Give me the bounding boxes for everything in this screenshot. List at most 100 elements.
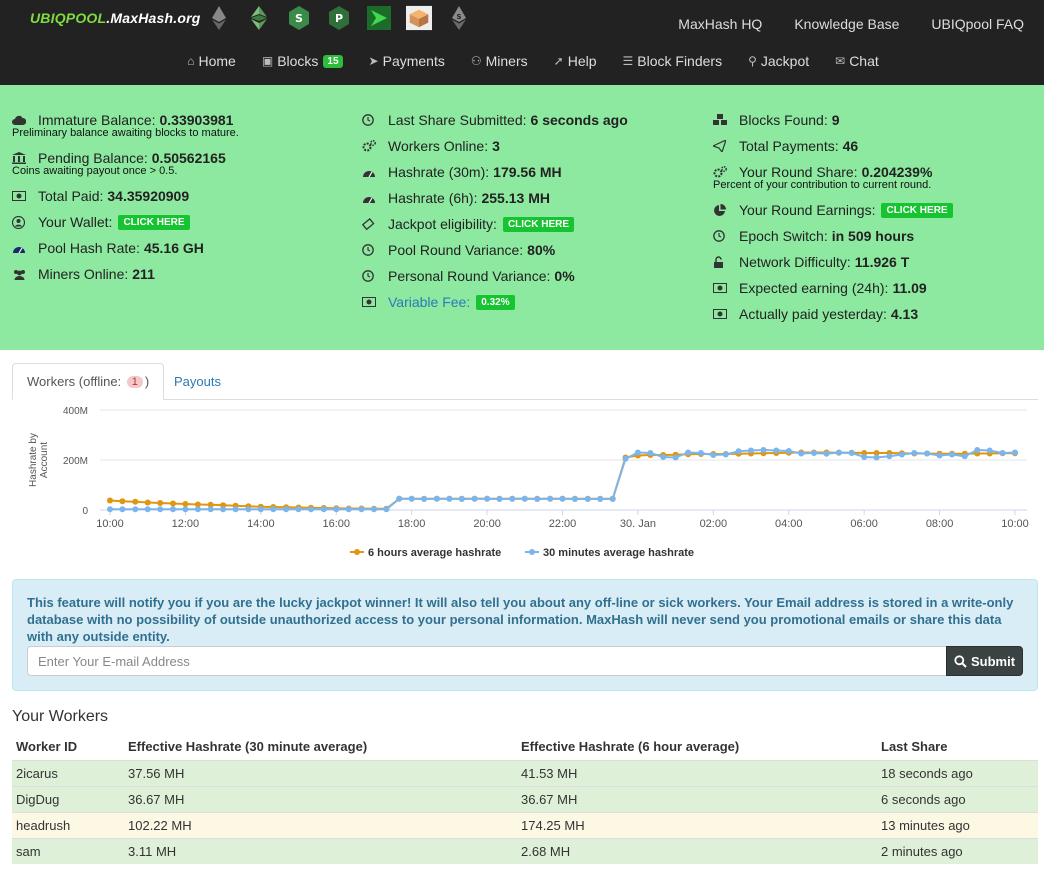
y-tick-label: 0 [82, 506, 88, 517]
submit-button[interactable]: Submit [946, 646, 1023, 676]
jackpot-click-here-button[interactable]: CLICK HERE [502, 216, 575, 232]
users-icon: ⚇ [470, 54, 482, 68]
jackpot-label: Jackpot eligibility: [388, 216, 497, 232]
pending-value: 0.50562165 [151, 150, 226, 166]
workers-online-value: 3 [492, 138, 500, 154]
chart-grid [100, 409, 1027, 511]
brand-prefix: UBIQPOOL [30, 10, 107, 26]
immature-label: Immature Balance: [38, 112, 156, 128]
hashrate-chart: 0 200M 400M 10:00 12:00 14:00 16:00 18:00 20:00… [28, 406, 1029, 559]
tab-payouts[interactable]: Payouts [160, 363, 235, 400]
nav-payments[interactable]: ➤ Payments [369, 53, 445, 69]
data-point-m30 [748, 447, 754, 454]
total-paid: Total Paid: 34.35920909 [12, 183, 239, 209]
wallet-click-here-button[interactable]: CLICK HERE [118, 214, 190, 230]
ethereum-classic-icon[interactable] [246, 5, 272, 31]
maxhash-hq-link[interactable]: MaxHash HQ [678, 16, 762, 32]
pool-hash-value: 45.16 GH [143, 240, 204, 256]
last-share: Last Share Submitted: 6 seconds ago [362, 107, 628, 133]
network-difficulty: Network Difficulty: 11.926 T [713, 249, 953, 275]
expected-earning: Expected earning (24h): 11.09 [713, 275, 953, 301]
data-point-m30 [773, 447, 780, 454]
paid-yesterday: Actually paid yesterday: 4.13 [713, 301, 953, 327]
brand-logo[interactable]: UBIQPOOL.MaxHash.org [30, 10, 200, 26]
data-point-h6 [182, 501, 189, 507]
dashboard-icon [362, 167, 388, 178]
data-point-m30 [345, 506, 352, 513]
data-point-m30 [245, 506, 252, 513]
table-row: headrush 102.22 MH 174.25 MH 13 minutes … [12, 811, 1038, 838]
chart-series [107, 447, 1018, 513]
data-point-m30 [170, 506, 176, 513]
email-input[interactable] [27, 646, 947, 676]
tab-bar: Workers (offline: 1) Payouts [12, 363, 1038, 400]
tab-workers[interactable]: Workers (offline: 1) [12, 363, 165, 400]
x-tick-label: 16:00 [322, 518, 350, 530]
worker-hashrate-6h: 174.25 MH [517, 811, 877, 838]
worker-hashrate-30m: 36.67 MH [124, 785, 517, 812]
personal-variance-label: Personal Round Variance: [388, 268, 551, 284]
blocks-found-value: 9 [831, 112, 840, 128]
worker-id: headrush [12, 811, 124, 838]
knowledge-base-link[interactable]: Knowledge Base [794, 16, 899, 32]
data-point-m30 [949, 451, 955, 458]
nav-help-label: Help [567, 53, 597, 69]
table-row: sam 3.11 MH 2.68 MH 2 minutes ago [12, 837, 1038, 864]
unlock-icon [713, 256, 739, 268]
ubiqpool-faq-link[interactable]: UBIQpool FAQ [931, 16, 1024, 32]
dashboard-icon [362, 193, 388, 204]
round-share-value: 0.204239% [861, 164, 933, 180]
data-point-m30 [697, 450, 704, 456]
s-ethereum-icon[interactable]: S [446, 5, 472, 31]
home-icon: ⌂ [187, 54, 195, 68]
stats-column-activity: Last Share Submitted: 6 seconds ago Worke… [362, 107, 628, 315]
x-tick-label: 30. Jan [620, 518, 656, 530]
worker-last-share: 2 minutes ago [877, 837, 1038, 864]
data-point-m30 [157, 506, 164, 513]
data-point-m30 [144, 506, 151, 513]
data-point-m30 [283, 506, 290, 513]
data-point-m30 [835, 449, 842, 456]
worker-id: DigDug [12, 785, 124, 812]
cloud-icon [12, 115, 38, 125]
x-tick-label: 10:00 [1001, 518, 1029, 530]
nav-help[interactable]: ➚ Help [554, 53, 597, 69]
clock-icon [362, 270, 388, 282]
expected-value: 11.09 [892, 280, 927, 296]
hashrate-30m: Hashrate (30m): 179.56 MH [362, 159, 628, 185]
pool-variance-label: Pool Round Variance: [388, 242, 524, 258]
nav-miners-label: Miners [485, 53, 528, 69]
dashboard-icon [12, 243, 38, 254]
total-paid-label: Total Paid: [38, 188, 104, 204]
your-wallet: Your Wallet: CLICK HERE [12, 209, 239, 235]
cube-coin-icon[interactable] [406, 5, 432, 31]
brand-suffix: .MaxHash.org [106, 10, 201, 26]
worker-hashrate-30m: 37.56 MH [124, 759, 517, 786]
personal-variance-value: 0% [554, 268, 575, 284]
data-point-m30 [873, 454, 880, 461]
variable-fee-link[interactable]: Variable Fee: [388, 294, 470, 310]
nav-jackpot[interactable]: ⚲ Jackpot [748, 53, 809, 69]
user-circle-icon [12, 215, 38, 229]
rocket-coin-icon[interactable] [366, 5, 392, 31]
pool-variance-value: 80% [527, 242, 556, 258]
p-coin-icon[interactable]: P [326, 5, 352, 31]
nav-home[interactable]: ⌂ Home [187, 53, 236, 69]
money-icon [713, 309, 739, 319]
nav-block-finders[interactable]: ☰ Block Finders [623, 53, 723, 69]
tab-workers-label: Workers (offline: [27, 374, 122, 389]
round-earnings-click-here-button[interactable]: CLICK HERE [881, 202, 953, 218]
wallet-label: Your Wallet: [38, 214, 113, 230]
data-point-m30 [785, 448, 792, 454]
ethereum-icon[interactable] [206, 5, 232, 31]
s-coin-icon[interactable]: S [286, 5, 312, 31]
nav-chat[interactable]: ✉ Chat [835, 53, 879, 69]
data-point-m30 [333, 506, 340, 513]
offline-count-badge: 1 [126, 375, 143, 388]
stats-column-rounds: Blocks Found: 9 Total Payments: 46 Your Ro… [713, 107, 953, 327]
nav-miners[interactable]: ⚇ Miners [471, 53, 528, 69]
nav-blocks[interactable]: ▣ Blocks 15 [262, 53, 343, 69]
paid-yesterday-label: Actually paid yesterday: [739, 306, 887, 322]
x-tick-label: 14:00 [247, 518, 275, 530]
hashrate-6h: Hashrate (6h): 255.13 MH [362, 185, 628, 211]
